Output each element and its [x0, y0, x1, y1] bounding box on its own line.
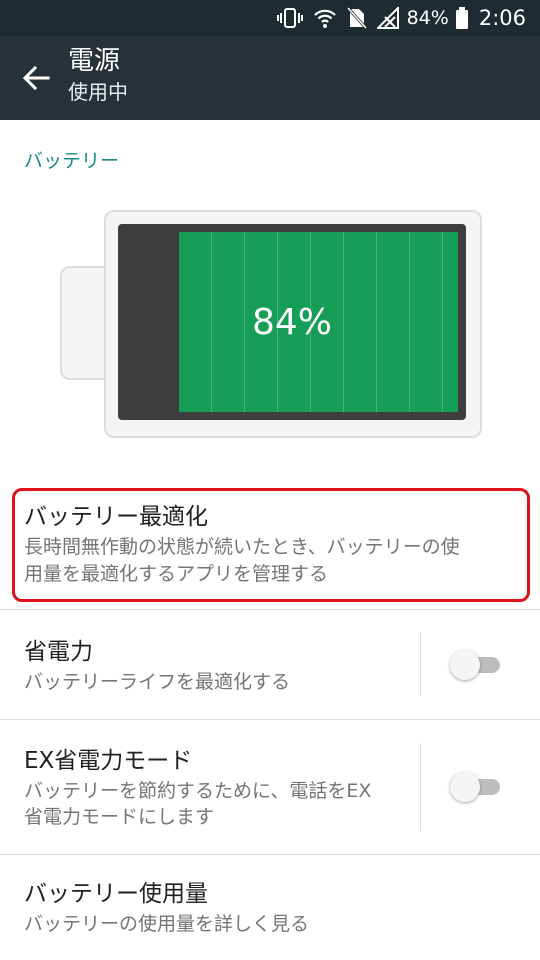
no-signal-icon	[376, 7, 399, 29]
page-subtitle: 使用中	[68, 80, 128, 104]
no-sim-icon	[346, 7, 367, 29]
setting-description-line: バッテリーライフを最適化する	[24, 671, 291, 693]
battery-percent-text: 84%	[406, 7, 449, 29]
back-button[interactable]	[18, 60, 54, 96]
setting-title: バッテリー使用量	[24, 881, 208, 907]
app-bar: 電源 使用中	[0, 36, 540, 120]
battery-level-percent: 84%	[251, 301, 332, 343]
setting-title: 省電力	[24, 639, 93, 665]
battery-icon	[455, 7, 469, 29]
vertical-separator	[420, 632, 421, 696]
setting-description-line: バッテリーの使用量を詳しく見る	[24, 913, 310, 935]
wifi-icon	[313, 7, 337, 29]
battery-graphic: 84%	[60, 210, 482, 438]
power-saver-toggle[interactable]	[450, 650, 500, 680]
toggle-thumb	[450, 772, 480, 802]
toggle-thumb	[450, 650, 480, 680]
setting-description-line: バッテリーを節約するために、電話をEX	[24, 780, 372, 802]
setting-description-line: 省電力モードにします	[24, 806, 215, 828]
battery-section-header: バッテリー	[24, 150, 120, 172]
page-title: 電源	[68, 46, 121, 76]
vertical-separator	[420, 743, 421, 831]
setting-battery-usage[interactable]: バッテリー使用量 バッテリーの使用量を詳しく見る	[0, 855, 540, 960]
arrow-back-icon	[22, 65, 50, 91]
clock-time: 2:06	[478, 6, 526, 30]
status-bar: 84% 2:06	[0, 0, 540, 36]
vibrate-icon	[276, 7, 303, 29]
highlight-box	[12, 488, 530, 602]
ex-power-saver-toggle[interactable]	[450, 772, 500, 802]
battery-inner: 84%	[118, 224, 466, 420]
setting-title: EX省電力モード	[24, 748, 193, 774]
